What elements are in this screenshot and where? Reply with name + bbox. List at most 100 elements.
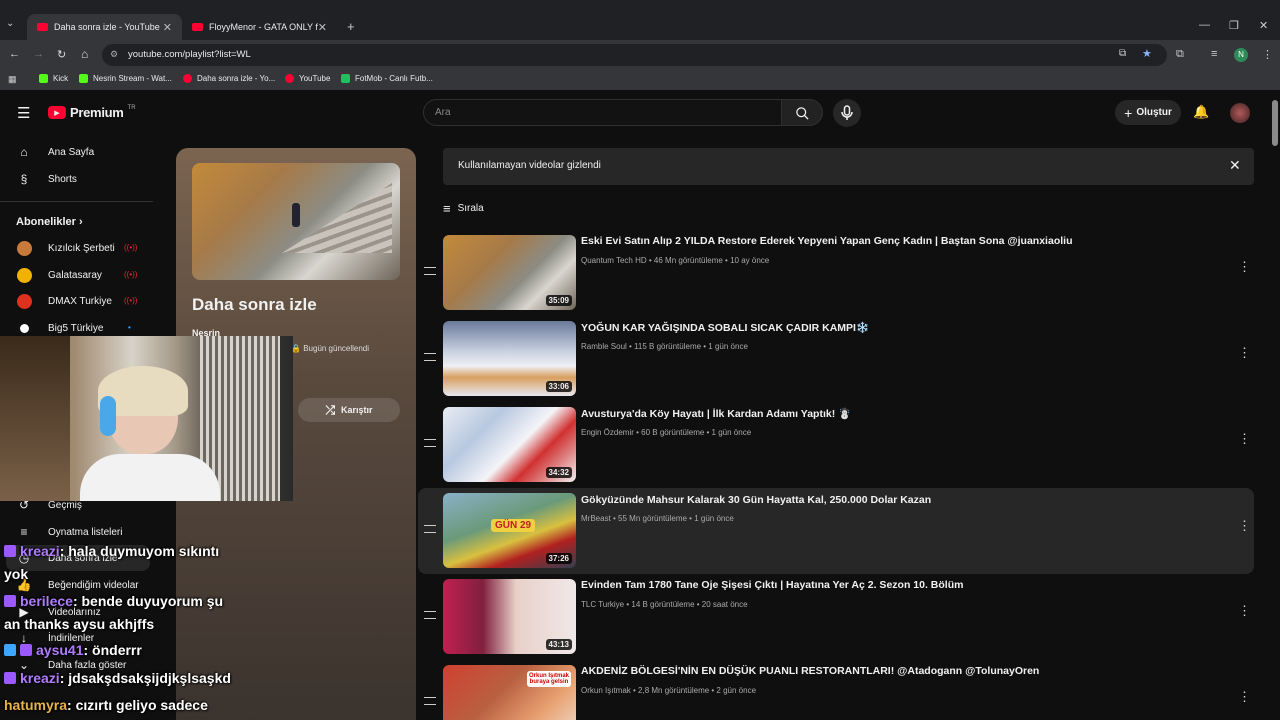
bookmark-youtube[interactable]: YouTube (285, 74, 330, 83)
page-scrollbar[interactable] (1272, 100, 1278, 146)
site-info-icon[interactable]: ⚙ (110, 49, 118, 60)
youtube-favicon-icon (192, 23, 203, 31)
restore-icon[interactable]: ❐ (1229, 19, 1239, 32)
close-tab-icon[interactable]: ✕ (318, 21, 327, 34)
youtube-premium-logo[interactable]: ▶ Premium TR (48, 105, 136, 120)
bookmark-watch-later[interactable]: Daha sonra izle - Yo... (183, 74, 275, 83)
list-item[interactable]: 33:06 YOĞUN KAR YAĞIŞINDA SOBALI SICAK Ç… (418, 321, 1254, 401)
more-actions-icon[interactable]: ⋮ (1238, 260, 1251, 273)
tab-watch-later[interactable]: Daha sonra izle - YouTube ✕ (27, 14, 182, 40)
more-actions-icon[interactable]: ⋮ (1238, 346, 1251, 359)
drag-handle-icon[interactable] (424, 611, 436, 619)
tab-gata-only[interactable]: FloyyMenor - GATA ONLY ft. Cr ✕ (182, 14, 337, 40)
hamburger-menu-icon[interactable]: ☰ (17, 104, 30, 122)
playlists-icon: ≡ (20, 525, 28, 539)
voice-search-button[interactable] (833, 99, 861, 127)
video-thumbnail[interactable]: GÜN 29 37:26 (443, 493, 576, 568)
chat-message: kreazi: hala duymuyom sıkıntı (4, 543, 219, 559)
live-icon: ((•)) (124, 270, 138, 279)
browser-menu-icon[interactable]: ⋮ (1262, 48, 1273, 61)
minimize-icon[interactable]: — (1199, 19, 1210, 31)
shuffle-button[interactable]: ⤮ Karıştır (298, 398, 400, 422)
install-app-icon[interactable]: ⧉ (1119, 48, 1126, 59)
duration-badge: 33:06 (545, 381, 572, 392)
room-wall-graphic (0, 336, 70, 501)
media-control-icon[interactable]: ≡ (1211, 48, 1217, 60)
home-icon[interactable]: ⌂ (81, 47, 88, 61)
tab-search-icon[interactable]: ⌄ (6, 18, 14, 29)
window-close-icon[interactable]: ✕ (1259, 19, 1268, 32)
search-input[interactable]: Ara (423, 99, 782, 126)
address-bar[interactable]: ⚙ youtube.com/playlist?list=WL ⧉ ★ (102, 44, 1167, 66)
drag-handle-icon[interactable] (424, 439, 436, 447)
microphone-icon (841, 105, 853, 120)
account-avatar[interactable] (1230, 103, 1250, 123)
drag-handle-icon[interactable] (424, 525, 436, 533)
video-title[interactable]: Gökyüzünde Mahsur Kalarak 30 Gün Hayatta… (581, 494, 931, 506)
more-actions-icon[interactable]: ⋮ (1238, 690, 1251, 703)
close-icon[interactable]: ✕ (1229, 157, 1241, 174)
list-item[interactable]: GÜN 29 37:26 Gökyüzünde Mahsur Kalarak 3… (418, 488, 1254, 574)
bookmark-kick[interactable]: Kick (39, 74, 68, 83)
search-button[interactable] (781, 99, 823, 126)
channel-avatar (16, 293, 32, 309)
back-icon[interactable]: ← (9, 48, 20, 60)
list-item[interactable]: 35:09 Eski Evi Satın Alıp 2 YILDA Restor… (418, 235, 1254, 315)
more-actions-icon[interactable]: ⋮ (1238, 432, 1251, 445)
close-tab-icon[interactable]: ✕ (163, 21, 172, 34)
sidebar-item-shorts[interactable]: § Shorts (0, 166, 160, 192)
channel-avatar (16, 240, 32, 256)
drag-handle-icon[interactable] (424, 353, 436, 361)
new-tab-icon[interactable]: + (347, 19, 355, 34)
video-thumbnail[interactable]: 43:13 (443, 579, 576, 654)
more-actions-icon[interactable]: ⋮ (1238, 519, 1251, 532)
subscriptions-heading[interactable]: Abonelikler › (16, 216, 83, 228)
sort-button[interactable]: ≡ Sırala (443, 201, 484, 216)
playlist-cover-thumbnail[interactable] (192, 163, 400, 280)
sidebar-channel-dmax[interactable]: DMAX Turkiye ((•)) (0, 288, 160, 314)
bookmark-fotmob[interactable]: FotMob - Canlı Futb... (341, 74, 433, 83)
bookmark-nesrin[interactable]: Nesrin Stream - Wat... (79, 74, 172, 83)
video-title[interactable]: AKDENİZ BÖLGESİ'NİN EN DÜŞÜK PUANLI REST… (581, 665, 1039, 677)
chevron-right-icon: › (78, 216, 83, 228)
video-thumbnail[interactable]: 35:09 (443, 235, 576, 310)
video-thumbnail[interactable]: 33:06 (443, 321, 576, 396)
video-meta: Orkun Işıtmak • 2,8 Mn görüntüleme • 2 g… (581, 686, 757, 695)
more-actions-icon[interactable]: ⋮ (1238, 604, 1251, 617)
video-thumbnail[interactable]: Orkun Işıtmak buraya gelsin (443, 665, 576, 720)
drag-handle-icon[interactable] (424, 697, 436, 705)
sort-icon: ≡ (443, 201, 451, 216)
channel-avatar (16, 320, 32, 336)
apps-grid-icon[interactable]: ▦ (8, 74, 17, 85)
sidebar-item-home[interactable]: ⌂ Ana Sayfa (0, 139, 160, 165)
headphones-graphic (100, 396, 116, 436)
sidebar-channel-kizilcik[interactable]: Kızılcık Şerbeti ((•)) (0, 235, 160, 261)
bookmark-star-icon[interactable]: ★ (1142, 47, 1152, 60)
url-text: youtube.com/playlist?list=WL (128, 49, 251, 60)
profile-avatar[interactable]: N (1234, 48, 1248, 62)
video-meta: Ramble Soul • 115 B görüntüleme • 1 gün … (581, 342, 748, 351)
video-title[interactable]: YOĞUN KAR YAĞIŞINDA SOBALI SICAK ÇADIR K… (581, 321, 869, 334)
sidebar-channel-galatasaray[interactable]: Galatasaray ((•)) (0, 262, 160, 288)
list-item[interactable]: 34:32 Avusturya'da Köy Hayatı | İlk Kard… (418, 407, 1254, 487)
video-thumbnail[interactable]: 34:32 (443, 407, 576, 482)
create-button[interactable]: + Oluştur (1115, 100, 1181, 125)
live-icon: ((•)) (124, 296, 138, 305)
extensions-icon[interactable]: ⧉ (1176, 48, 1184, 61)
video-title[interactable]: Evinden Tam 1780 Tane Oje Şişesi Çıktı |… (581, 579, 963, 591)
notifications-bell-icon[interactable]: 🔔 (1193, 104, 1209, 120)
list-item[interactable]: 43:13 Evinden Tam 1780 Tane Oje Şişesi Ç… (418, 579, 1254, 659)
video-title[interactable]: Eski Evi Satın Alıp 2 YILDA Restore Eder… (581, 235, 1072, 247)
drag-handle-icon[interactable] (424, 267, 436, 275)
youtube-icon (285, 74, 294, 83)
video-meta: TLC Turkiye • 14 B görüntüleme • 20 saat… (581, 600, 748, 609)
video-title[interactable]: Avusturya'da Köy Hayatı | İlk Kardan Ada… (581, 407, 851, 420)
chat-badge-icon (4, 545, 16, 557)
reload-icon[interactable]: ↻ (57, 48, 66, 61)
person-figure (292, 203, 300, 227)
chat-message: hatumyra: cızırtı geliyo sadece (4, 697, 208, 713)
tab-title: FloyyMenor - GATA ONLY ft. Cr (209, 22, 318, 32)
sidebar-item-playlists[interactable]: ≡ Oynatma listeleri (0, 519, 160, 545)
list-item[interactable]: Orkun Işıtmak buraya gelsin AKDENİZ BÖLG… (418, 665, 1254, 720)
forward-icon[interactable]: → (33, 48, 44, 60)
